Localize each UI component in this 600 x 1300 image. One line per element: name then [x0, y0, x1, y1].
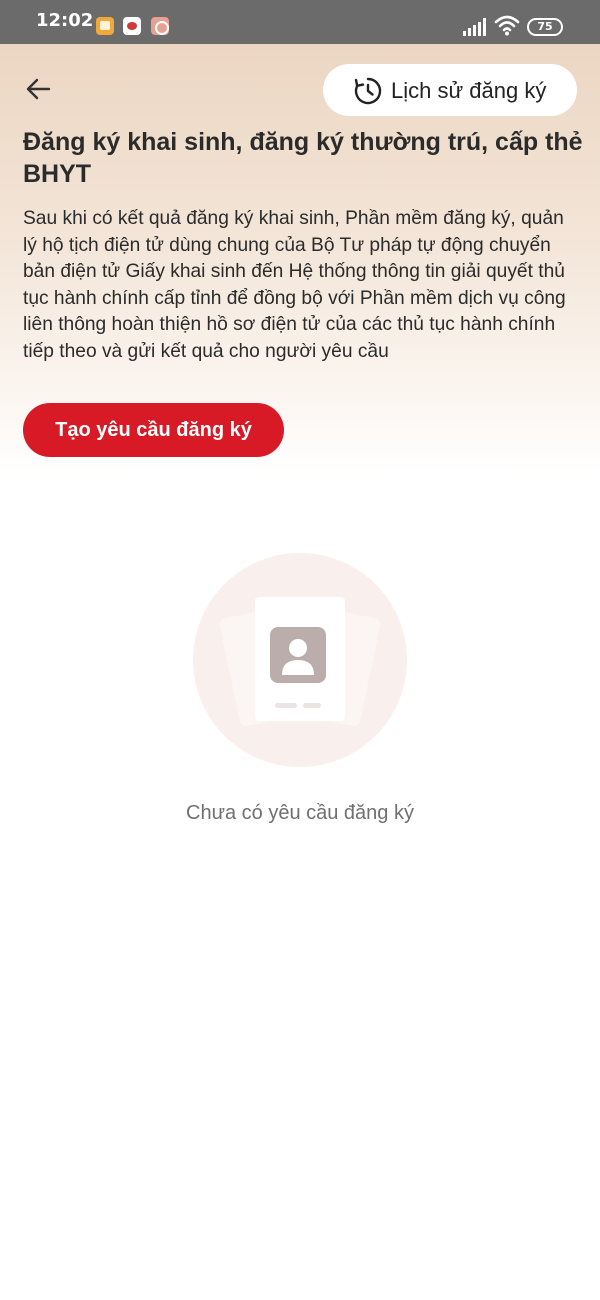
empty-state-text: Chưa có yêu cầu đăng ký	[186, 802, 414, 824]
history-button-label: Lịch sử đăng ký	[391, 78, 547, 103]
notification-app-icon	[96, 17, 114, 35]
battery-icon: 75	[527, 18, 563, 36]
page-title: Đăng ký khai sinh, đăng ký thường trú, c…	[23, 128, 583, 188]
page-description: Sau khi có kết quả đăng ký khai sinh, Ph…	[23, 208, 566, 362]
signal-icon	[463, 18, 486, 36]
wifi-icon	[494, 15, 520, 36]
notification-app-icon	[123, 17, 141, 35]
notification-app-icon	[151, 17, 169, 35]
status-bar: 12:02 75	[0, 0, 600, 44]
arrow-left-icon[interactable]	[24, 74, 54, 104]
status-time: 12:02	[36, 10, 94, 31]
history-button[interactable]: Lịch sử đăng ký	[323, 64, 577, 116]
create-request-button[interactable]: Tạo yêu cầu đăng ký	[23, 403, 284, 457]
clock-history-icon	[354, 77, 382, 105]
profile-card-icon	[219, 597, 381, 727]
